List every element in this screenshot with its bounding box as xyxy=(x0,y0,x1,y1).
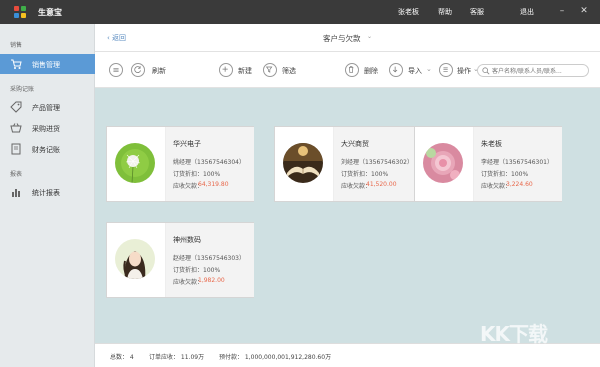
customer-grid: 华兴电子 姚经理（13567546304） 订货折扣：100% 应收欠款： 64… xyxy=(95,88,600,343)
customer-contact: 刘经理（13567546302） xyxy=(341,159,413,166)
import-button[interactable]: 导入 xyxy=(408,66,422,80)
discount-value: 100% xyxy=(511,171,529,178)
customer-discount: 订货折扣：100% xyxy=(173,265,220,274)
owe-value: 1,982.00 xyxy=(198,277,225,284)
customer-info: 神州数码 赵经理（13567546303） 订货折扣：100% 应收欠款： 1,… xyxy=(166,223,254,297)
status-total: 总数： 4 xyxy=(110,354,134,361)
refresh-button[interactable]: 刷新 xyxy=(152,66,166,80)
discount-label: 订货折扣： xyxy=(173,171,204,178)
sidebar-section-purchasing: 采购记账 xyxy=(10,86,35,93)
customer-discount: 订货折扣：100% xyxy=(341,169,388,178)
toolbar: 刷新 新建 筛选 删除 导入 ⌄ 操作 ⌄ xyxy=(95,52,600,88)
service-link[interactable]: 客服 xyxy=(470,7,484,17)
app-logo-icon xyxy=(14,6,26,18)
search-input[interactable] xyxy=(492,66,586,76)
customer-info: 大兴商贸 刘经理（13567546302） 订货折扣：100% 应收欠款： 41… xyxy=(334,127,422,201)
customer-name: 大兴商贸 xyxy=(341,140,369,148)
sidebar-item-purchasing[interactable]: 采购进货 xyxy=(0,118,95,138)
customer-avatar xyxy=(423,143,463,183)
refresh-icon[interactable] xyxy=(131,63,145,77)
sidebar-item-label: 销售管理 xyxy=(32,61,60,69)
plus-icon[interactable] xyxy=(219,63,233,77)
basket-icon xyxy=(10,123,22,133)
owe-value: 41,520.00 xyxy=(366,181,397,188)
back-button[interactable]: ‹ 返回 xyxy=(107,33,126,43)
sidebar-item-product-management[interactable]: 产品管理 xyxy=(0,97,95,117)
discount-label: 订货折扣： xyxy=(481,171,512,178)
customer-card[interactable]: 神州数码 赵经理（13567546303） 订货折扣：100% 应收欠款： 1,… xyxy=(106,222,254,298)
discount-label: 订货折扣： xyxy=(173,267,204,274)
discount-value: 100% xyxy=(371,171,389,178)
customer-info: 朱老板 李经理（13567546301） 订货折扣：100% 应收欠款： 3,2… xyxy=(474,127,562,201)
customer-photo-frame xyxy=(275,127,334,201)
owe-value: 3,224.60 xyxy=(506,181,533,188)
filter-button[interactable]: 筛选 xyxy=(282,66,296,80)
sidebar-item-label: 统计报表 xyxy=(32,189,60,197)
discount-value: 100% xyxy=(203,267,221,274)
ledger-icon xyxy=(11,143,21,155)
customer-photo-frame xyxy=(415,127,474,201)
customer-discount: 订货折扣：100% xyxy=(173,169,220,178)
status-prepaid: 预付款： 1,000,000,001,912,280.60万 xyxy=(219,354,332,361)
owe-value: 64,319.80 xyxy=(198,181,229,188)
customer-contact: 姚经理（13567546304） xyxy=(173,159,245,166)
customer-card[interactable]: 朱老板 李经理（13567546301） 订货折扣：100% 应收欠款： 3,2… xyxy=(414,126,562,202)
filter-icon[interactable] xyxy=(263,63,277,77)
sidebar-item-finance[interactable]: 财务记账 xyxy=(0,139,95,159)
customer-contact: 李经理（13567546301） xyxy=(481,159,553,166)
app-title: 生意宝 xyxy=(38,8,62,17)
search-icon xyxy=(482,67,490,75)
download-icon[interactable] xyxy=(389,63,403,77)
customer-card[interactable]: 大兴商贸 刘经理（13567546302） 订货折扣：100% 应收欠款： 41… xyxy=(274,126,422,202)
tag-icon xyxy=(10,101,22,113)
logout-link[interactable]: 退出 xyxy=(520,7,534,17)
delete-button[interactable]: 删除 xyxy=(364,66,378,80)
operation-button[interactable]: 操作 xyxy=(457,66,471,80)
sidebar: 销售 销售管理 采购记账 产品管理 采购进货 财务记账 报表 统计报表 xyxy=(0,24,95,367)
cart-icon xyxy=(11,59,22,69)
menu-list-icon[interactable] xyxy=(439,63,453,77)
discount-label: 订货折扣： xyxy=(341,171,372,178)
chevron-down-icon[interactable]: ⌄ xyxy=(426,65,432,79)
sidebar-item-label: 财务记账 xyxy=(32,146,60,154)
customer-photo-frame xyxy=(107,223,166,297)
user-menu[interactable]: 张老板 xyxy=(398,7,419,17)
customer-avatar xyxy=(283,143,323,183)
sidebar-section-reports: 报表 xyxy=(10,171,23,178)
menu-icon[interactable] xyxy=(109,63,123,77)
page-header: ‹ 返回 客户与欠款 ⌄ xyxy=(95,24,600,52)
sidebar-item-statistics[interactable]: 统计报表 xyxy=(0,182,95,202)
close-icon[interactable]: ✕ xyxy=(578,5,590,17)
title-bar: 生意宝 张老板 帮助 客服 退出 – ✕ xyxy=(0,0,600,24)
customer-photo-frame xyxy=(107,127,166,201)
sidebar-item-label: 采购进货 xyxy=(32,125,60,133)
watermark-url: www.kkx.net xyxy=(496,352,541,360)
customer-name: 神州数码 xyxy=(173,236,201,244)
customer-avatar xyxy=(115,239,155,279)
search-box[interactable] xyxy=(477,64,589,77)
customer-avatar xyxy=(115,143,155,183)
customer-card[interactable]: 华兴电子 姚经理（13567546304） 订货折扣：100% 应收欠款： 64… xyxy=(106,126,254,202)
customer-info: 华兴电子 姚经理（13567546304） 订货折扣：100% 应收欠款： 64… xyxy=(166,127,254,201)
sidebar-item-sales-management[interactable]: 销售管理 xyxy=(0,54,95,74)
minimize-icon[interactable]: – xyxy=(556,5,568,17)
customer-name: 华兴电子 xyxy=(173,140,201,148)
watermark: KK下载 www.kkx.net xyxy=(480,318,590,362)
bar-chart-icon xyxy=(12,189,20,197)
customer-name: 朱老板 xyxy=(481,140,502,148)
chevron-down-icon[interactable]: ⌄ xyxy=(367,33,372,40)
trash-icon[interactable] xyxy=(345,63,359,77)
customer-discount: 订货折扣：100% xyxy=(481,169,528,178)
sidebar-item-label: 产品管理 xyxy=(32,104,60,112)
discount-value: 100% xyxy=(203,171,221,178)
watermark-logo: KK下载 xyxy=(480,322,548,346)
back-label: 返回 xyxy=(112,34,127,42)
new-button[interactable]: 新建 xyxy=(238,66,252,80)
customer-contact: 赵经理（13567546303） xyxy=(173,255,245,262)
sidebar-section-sales: 销售 xyxy=(10,42,23,49)
help-link[interactable]: 帮助 xyxy=(438,7,452,17)
page-title[interactable]: 客户与欠款 xyxy=(323,33,361,44)
status-order-receivable: 订单应收： 11.09万 xyxy=(149,354,205,361)
